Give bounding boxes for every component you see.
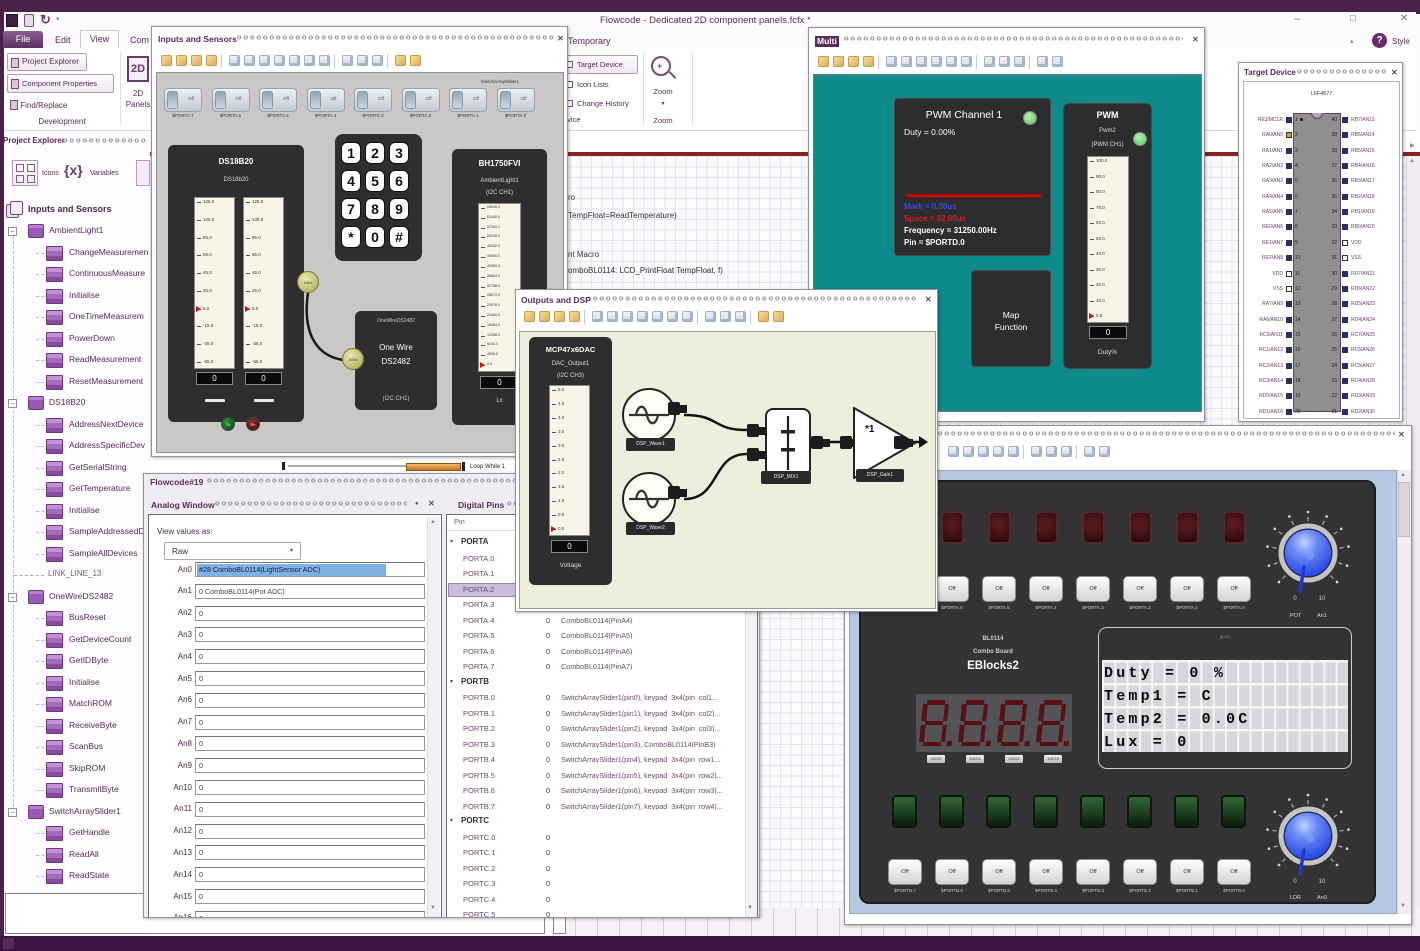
svg-text:10: 10 [1319,879,1326,883]
svg-text:0: 0 [1293,596,1297,600]
svg-text:0: 0 [1293,879,1297,883]
svg-text:10: 10 [1319,596,1326,600]
